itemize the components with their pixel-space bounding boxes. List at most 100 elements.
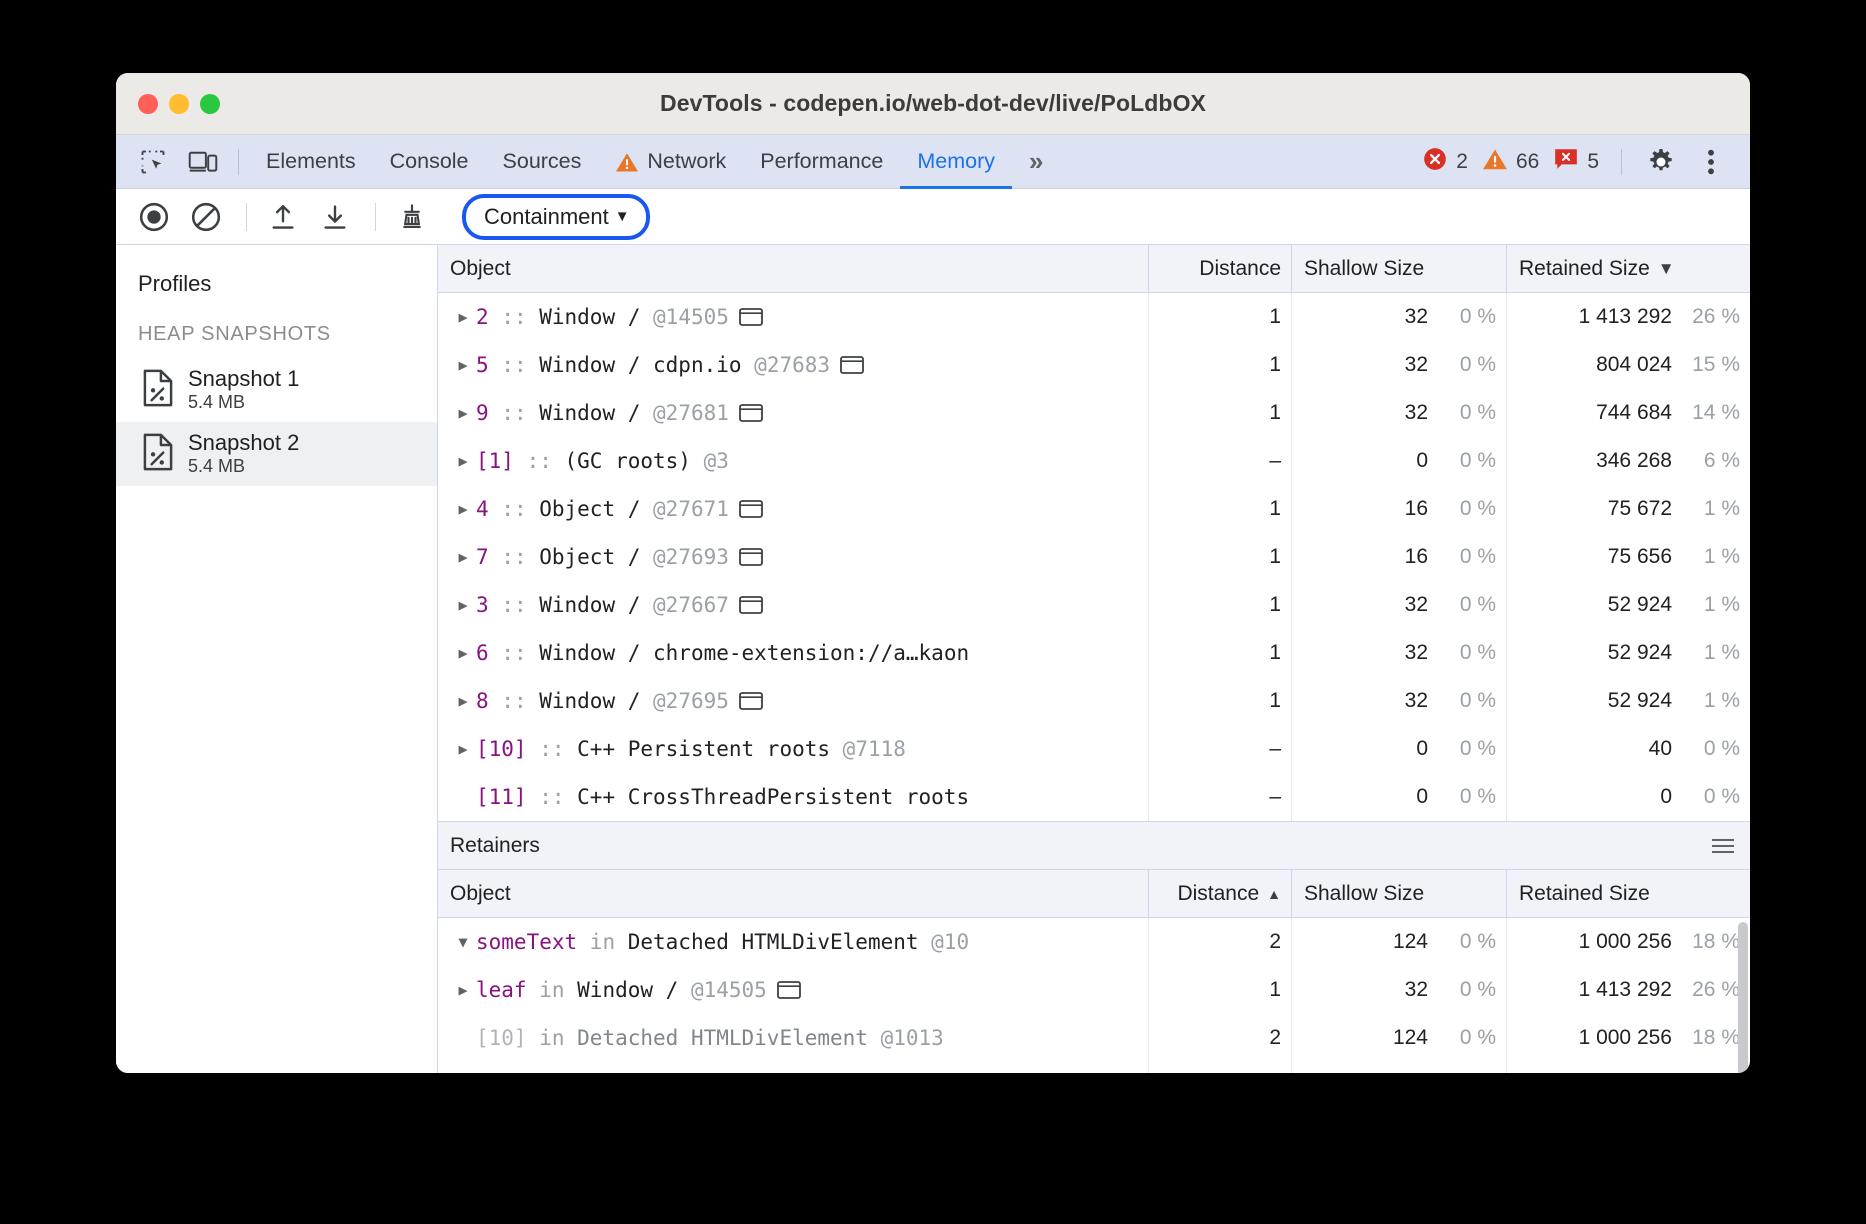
table-row[interactable]: ▶[11] :: C++ CrossThreadPersistent roots…: [438, 773, 1750, 821]
expand-triangle-icon[interactable]: ▶: [450, 500, 476, 518]
value: –: [1269, 449, 1281, 473]
inspect-element-icon[interactable]: [131, 143, 175, 181]
message-count-badge[interactable]: 5: [1553, 147, 1599, 177]
tab-network[interactable]: Network: [598, 135, 743, 189]
expand-triangle-icon[interactable]: ▶: [450, 788, 476, 806]
object-cell[interactable]: ▶[11] :: C++ CrossThreadPersistent roots: [438, 773, 1149, 821]
table-row[interactable]: ▶[4] in Detached HTMLDivElement @1013121…: [438, 1062, 1750, 1073]
more-tabs-button[interactable]: »: [1012, 135, 1060, 189]
table-row[interactable]: ▶5 :: Window / cdpn.io @276831320 %804 0…: [438, 341, 1750, 389]
tab-memory[interactable]: Memory: [900, 135, 1012, 189]
expand-triangle-icon[interactable]: ▶: [450, 692, 476, 710]
record-icon[interactable]: [130, 197, 178, 237]
table-row[interactable]: ▶4 :: Object / @276711160 %75 6721 %: [438, 485, 1750, 533]
sort-descending-icon: ▼: [1658, 259, 1675, 279]
object-cell[interactable]: ▼someText in Detached HTMLDivElement @10: [438, 918, 1149, 966]
tab-console[interactable]: Console: [373, 135, 486, 189]
object-cell[interactable]: ▶5 :: Window / cdpn.io @27683: [438, 341, 1149, 389]
object-cell[interactable]: ▶[1] :: (GC roots) @3: [438, 437, 1149, 485]
snapshot-size: 5.4 MB: [188, 392, 299, 413]
column-header-object[interactable]: Object: [438, 870, 1149, 917]
column-header-retained-size[interactable]: Retained Size: [1507, 870, 1750, 917]
retained-size-cell: 1 000 25618 %: [1507, 918, 1750, 966]
object-cell[interactable]: ▶[10] :: C++ Persistent roots @7118: [438, 725, 1149, 773]
main-content: Object Distance Shallow Size Retained Si…: [438, 245, 1750, 1073]
object-id: @10: [931, 930, 969, 954]
object-cell[interactable]: ▶4 :: Object / @27671: [438, 485, 1149, 533]
retainers-scrollbar[interactable]: [1738, 922, 1748, 1073]
object-cell[interactable]: ▶2 :: Window / @14505: [438, 293, 1149, 341]
shallow-size-cell: 320 %: [1292, 629, 1507, 677]
object-cell[interactable]: ▶leaf in Window / @14505: [438, 966, 1149, 1014]
distance-cell: 2: [1149, 1062, 1292, 1073]
percent: 1 %: [1672, 593, 1740, 617]
warning-triangle-icon: [615, 151, 639, 173]
expand-triangle-icon[interactable]: ▶: [450, 452, 476, 470]
expand-triangle-icon[interactable]: ▶: [450, 981, 476, 999]
expand-triangle-icon[interactable]: ▶: [450, 596, 476, 614]
download-icon[interactable]: [311, 197, 359, 237]
upload-icon[interactable]: [259, 197, 307, 237]
hamburger-icon[interactable]: [1712, 839, 1734, 853]
clear-icon[interactable]: [182, 197, 230, 237]
table-row[interactable]: ▶3 :: Window / @276671320 %52 9241 %: [438, 581, 1750, 629]
percent: 18 %: [1672, 930, 1740, 954]
devtools-body: Profiles HEAP SNAPSHOTS Snapshot 1 5.4 M…: [116, 245, 1750, 1073]
collect-garbage-icon[interactable]: [388, 197, 436, 237]
table-row[interactable]: ▶2 :: Window / @145051320 %1 413 29226 %: [438, 293, 1750, 341]
expand-triangle-icon[interactable]: ▶: [450, 644, 476, 662]
table-row[interactable]: ▶[1] :: (GC roots) @3–00 %346 2686 %: [438, 437, 1750, 485]
object-cell[interactable]: ▶[4] in Detached HTMLDivElement @10131: [438, 1062, 1149, 1073]
column-header-retained-size[interactable]: Retained Size ▼: [1507, 245, 1750, 292]
gear-icon[interactable]: [1639, 143, 1683, 181]
table-row[interactable]: ▶[10] in Detached HTMLDivElement @101321…: [438, 1014, 1750, 1062]
expand-triangle-icon[interactable]: ▶: [450, 740, 476, 758]
table-row[interactable]: ▶7 :: Object / @276931160 %75 6561 %: [438, 533, 1750, 581]
view-selector-dropdown[interactable]: Containment ▼: [462, 194, 650, 240]
table-row[interactable]: ▶leaf in Window / @145051320 %1 413 2922…: [438, 966, 1750, 1014]
tab-elements[interactable]: Elements: [249, 135, 373, 189]
warning-count-badge[interactable]: 66: [1482, 147, 1539, 177]
snapshot-size: 5.4 MB: [188, 456, 299, 477]
error-count-badge[interactable]: 2: [1422, 146, 1468, 178]
table-row[interactable]: ▶6 :: Window / chrome-extension://a…kaon…: [438, 629, 1750, 677]
tab-label: Memory: [917, 149, 995, 174]
expand-triangle-icon[interactable]: ▶: [450, 548, 476, 566]
minimize-window-button[interactable]: [169, 94, 189, 114]
object-cell[interactable]: ▶6 :: Window / chrome-extension://a…kaon: [438, 629, 1149, 677]
expand-triangle-icon[interactable]: ▶: [450, 356, 476, 374]
column-header-shallow-size[interactable]: Shallow Size: [1292, 245, 1507, 292]
table-row[interactable]: ▼someText in Detached HTMLDivElement @10…: [438, 918, 1750, 966]
column-header-shallow-size[interactable]: Shallow Size: [1292, 870, 1507, 917]
retained-size-cell: 1 000 25618 %: [1507, 1014, 1750, 1062]
expand-triangle-icon[interactable]: ▶: [450, 1029, 476, 1047]
table-row[interactable]: ▶8 :: Window / @276951320 %52 9241 %: [438, 677, 1750, 725]
retained-size-cell: 75 6561 %: [1507, 533, 1750, 581]
object-cell[interactable]: ▶9 :: Window / @27681: [438, 389, 1149, 437]
table-row[interactable]: ▶9 :: Window / @276811320 %744 68414 %: [438, 389, 1750, 437]
column-header-distance[interactable]: Distance: [1149, 245, 1292, 292]
sidebar-item-snapshot-2[interactable]: Snapshot 2 5.4 MB: [116, 422, 437, 486]
table-row[interactable]: ▶[10] :: C++ Persistent roots @7118–00 %…: [438, 725, 1750, 773]
column-header-object[interactable]: Object: [438, 245, 1149, 292]
object-cell[interactable]: ▶[10] in Detached HTMLDivElement @1013: [438, 1014, 1149, 1062]
object-cell[interactable]: ▶7 :: Object / @27693: [438, 533, 1149, 581]
object-cell[interactable]: ▶8 :: Window / @27695: [438, 677, 1149, 725]
zoom-window-button[interactable]: [200, 94, 220, 114]
column-header-distance[interactable]: Distance ▲: [1149, 870, 1292, 917]
device-toolbar-icon[interactable]: [181, 143, 225, 181]
close-window-button[interactable]: [138, 94, 158, 114]
sidebar-item-snapshot-1[interactable]: Snapshot 1 5.4 MB: [116, 358, 437, 422]
percent: 0 %: [1428, 401, 1496, 425]
kebab-menu-icon[interactable]: [1689, 143, 1733, 181]
value: 1: [1269, 305, 1281, 329]
tab-performance[interactable]: Performance: [743, 135, 900, 189]
expand-triangle-icon[interactable]: ▶: [450, 404, 476, 422]
object-class: (GC roots): [565, 449, 704, 473]
object-index: 8: [476, 689, 489, 713]
separator: ::: [489, 353, 540, 377]
tab-sources[interactable]: Sources: [486, 135, 599, 189]
expand-triangle-icon[interactable]: ▶: [450, 308, 476, 326]
object-cell[interactable]: ▶3 :: Window / @27667: [438, 581, 1149, 629]
expand-triangle-open-icon[interactable]: ▼: [450, 933, 476, 951]
